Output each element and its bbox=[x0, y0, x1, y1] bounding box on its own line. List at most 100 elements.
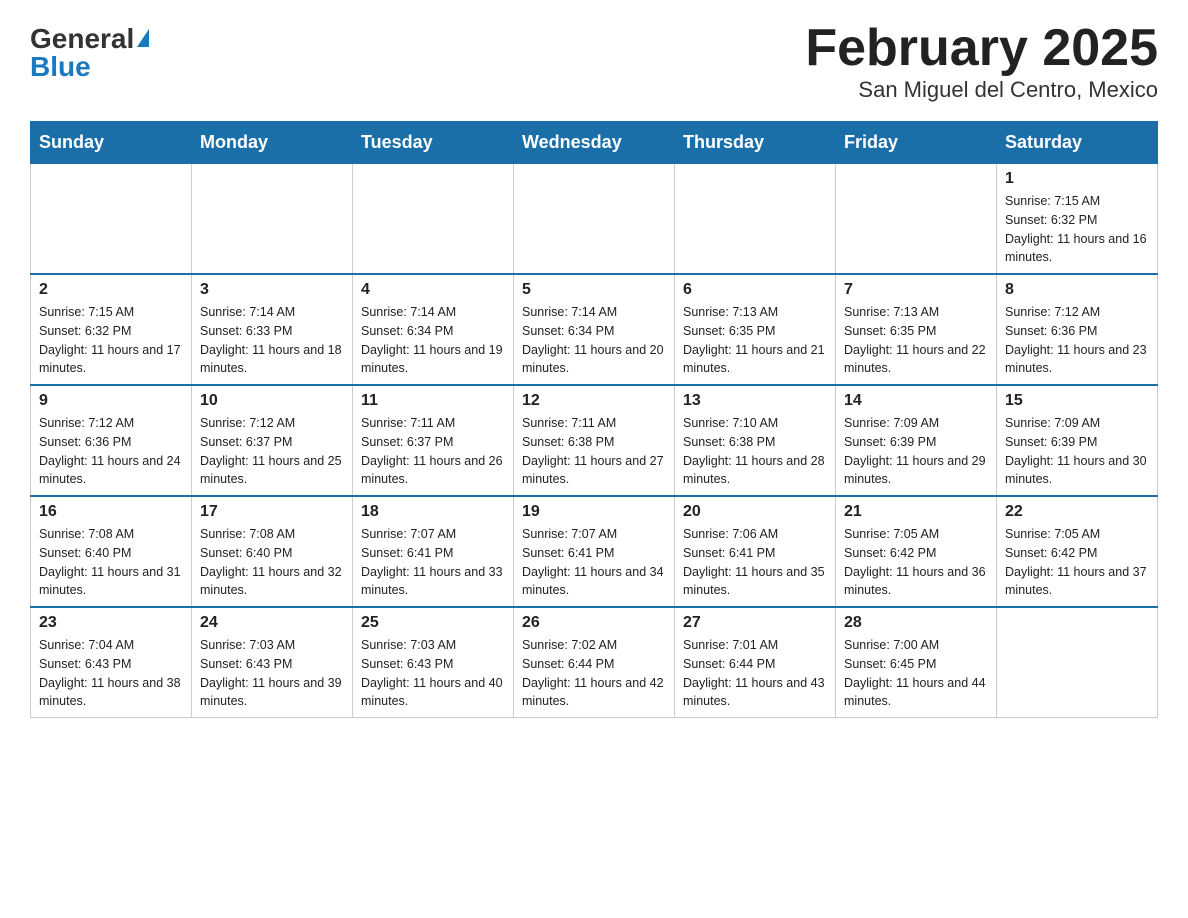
calendar-day-cell: 24 Sunrise: 7:03 AMSunset: 6:43 PMDayligh… bbox=[192, 607, 353, 718]
day-number: 28 bbox=[844, 614, 988, 632]
calendar-day-cell bbox=[836, 164, 997, 275]
day-info: Sunrise: 7:13 AMSunset: 6:35 PMDaylight:… bbox=[683, 303, 827, 378]
logo-general-text: General bbox=[30, 25, 134, 53]
calendar-day-cell: 8 Sunrise: 7:12 AMSunset: 6:36 PMDaylight… bbox=[997, 274, 1158, 385]
calendar-day-cell: 5 Sunrise: 7:14 AMSunset: 6:34 PMDaylight… bbox=[514, 274, 675, 385]
weekday-header-row: SundayMondayTuesdayWednesdayThursdayFrid… bbox=[31, 122, 1158, 164]
calendar-day-cell: 11 Sunrise: 7:11 AMSunset: 6:37 PMDayligh… bbox=[353, 385, 514, 496]
day-number: 18 bbox=[361, 503, 505, 521]
day-info: Sunrise: 7:14 AMSunset: 6:34 PMDaylight:… bbox=[522, 303, 666, 378]
weekday-header-tuesday: Tuesday bbox=[353, 122, 514, 164]
day-info: Sunrise: 7:07 AMSunset: 6:41 PMDaylight:… bbox=[522, 525, 666, 600]
day-info: Sunrise: 7:12 AMSunset: 6:36 PMDaylight:… bbox=[39, 414, 183, 489]
day-number: 13 bbox=[683, 392, 827, 410]
day-number: 25 bbox=[361, 614, 505, 632]
calendar-week-row: 9 Sunrise: 7:12 AMSunset: 6:36 PMDaylight… bbox=[31, 385, 1158, 496]
day-number: 7 bbox=[844, 281, 988, 299]
day-number: 27 bbox=[683, 614, 827, 632]
day-number: 22 bbox=[1005, 503, 1149, 521]
calendar-week-row: 1 Sunrise: 7:15 AMSunset: 6:32 PMDaylight… bbox=[31, 164, 1158, 275]
calendar-week-row: 16 Sunrise: 7:08 AMSunset: 6:40 PMDayligh… bbox=[31, 496, 1158, 607]
day-number: 16 bbox=[39, 503, 183, 521]
calendar-day-cell: 2 Sunrise: 7:15 AMSunset: 6:32 PMDaylight… bbox=[31, 274, 192, 385]
day-number: 1 bbox=[1005, 170, 1149, 188]
calendar-week-row: 23Sunrise: 7:04 AMSunset: 6:43 PMDayligh… bbox=[31, 607, 1158, 718]
calendar-day-cell: 10 Sunrise: 7:12 AMSunset: 6:37 PMDayligh… bbox=[192, 385, 353, 496]
day-info: Sunrise: 7:14 AMSunset: 6:34 PMDaylight:… bbox=[361, 303, 505, 378]
logo: General Blue bbox=[30, 20, 149, 81]
day-info: Sunrise: 7:11 AMSunset: 6:37 PMDaylight:… bbox=[361, 414, 505, 489]
calendar-day-cell: 6 Sunrise: 7:13 AMSunset: 6:35 PMDaylight… bbox=[675, 274, 836, 385]
day-number: 23 bbox=[39, 614, 183, 632]
calendar-day-cell: 23Sunrise: 7:04 AMSunset: 6:43 PMDayligh… bbox=[31, 607, 192, 718]
month-title: February 2025 bbox=[805, 20, 1158, 77]
day-number: 20 bbox=[683, 503, 827, 521]
day-number: 2 bbox=[39, 281, 183, 299]
day-number: 10 bbox=[200, 392, 344, 410]
calendar-day-cell bbox=[192, 164, 353, 275]
weekday-header-saturday: Saturday bbox=[997, 122, 1158, 164]
day-info: Sunrise: 7:12 AMSunset: 6:37 PMDaylight:… bbox=[200, 414, 344, 489]
calendar-day-cell: 26 Sunrise: 7:02 AMSunset: 6:44 PMDayligh… bbox=[514, 607, 675, 718]
calendar-day-cell: 22 Sunrise: 7:05 AMSunset: 6:42 PMDayligh… bbox=[997, 496, 1158, 607]
logo-blue-text: Blue bbox=[30, 53, 91, 81]
day-info: Sunrise: 7:13 AMSunset: 6:35 PMDaylight:… bbox=[844, 303, 988, 378]
calendar-day-cell: 19Sunrise: 7:07 AMSunset: 6:41 PMDayligh… bbox=[514, 496, 675, 607]
calendar-day-cell: 21 Sunrise: 7:05 AMSunset: 6:42 PMDayligh… bbox=[836, 496, 997, 607]
day-number: 9 bbox=[39, 392, 183, 410]
calendar-day-cell: 9 Sunrise: 7:12 AMSunset: 6:36 PMDaylight… bbox=[31, 385, 192, 496]
weekday-header-monday: Monday bbox=[192, 122, 353, 164]
calendar-day-cell: 7 Sunrise: 7:13 AMSunset: 6:35 PMDaylight… bbox=[836, 274, 997, 385]
calendar-day-cell: 14 Sunrise: 7:09 AMSunset: 6:39 PMDayligh… bbox=[836, 385, 997, 496]
day-info: Sunrise: 7:03 AMSunset: 6:43 PMDaylight:… bbox=[361, 636, 505, 711]
day-info: Sunrise: 7:10 AMSunset: 6:38 PMDaylight:… bbox=[683, 414, 827, 489]
day-info: Sunrise: 7:05 AMSunset: 6:42 PMDaylight:… bbox=[1005, 525, 1149, 600]
day-info: Sunrise: 7:11 AMSunset: 6:38 PMDaylight:… bbox=[522, 414, 666, 489]
location-title: San Miguel del Centro, Mexico bbox=[805, 77, 1158, 103]
calendar-day-cell: 12 Sunrise: 7:11 AMSunset: 6:38 PMDayligh… bbox=[514, 385, 675, 496]
calendar-day-cell: 15 Sunrise: 7:09 AMSunset: 6:39 PMDayligh… bbox=[997, 385, 1158, 496]
day-number: 17 bbox=[200, 503, 344, 521]
calendar-day-cell: 20 Sunrise: 7:06 AMSunset: 6:41 PMDayligh… bbox=[675, 496, 836, 607]
day-number: 8 bbox=[1005, 281, 1149, 299]
day-info: Sunrise: 7:01 AMSunset: 6:44 PMDaylight:… bbox=[683, 636, 827, 711]
day-info: Sunrise: 7:15 AMSunset: 6:32 PMDaylight:… bbox=[1005, 192, 1149, 267]
calendar-week-row: 2 Sunrise: 7:15 AMSunset: 6:32 PMDaylight… bbox=[31, 274, 1158, 385]
calendar-day-cell: 16 Sunrise: 7:08 AMSunset: 6:40 PMDayligh… bbox=[31, 496, 192, 607]
day-number: 21 bbox=[844, 503, 988, 521]
day-info: Sunrise: 7:15 AMSunset: 6:32 PMDaylight:… bbox=[39, 303, 183, 378]
day-number: 15 bbox=[1005, 392, 1149, 410]
day-number: 12 bbox=[522, 392, 666, 410]
calendar-day-cell bbox=[675, 164, 836, 275]
day-info: Sunrise: 7:09 AMSunset: 6:39 PMDaylight:… bbox=[844, 414, 988, 489]
day-number: 4 bbox=[361, 281, 505, 299]
day-number: 26 bbox=[522, 614, 666, 632]
title-block: February 2025 San Miguel del Centro, Mex… bbox=[805, 20, 1158, 103]
calendar-day-cell: 4 Sunrise: 7:14 AMSunset: 6:34 PMDaylight… bbox=[353, 274, 514, 385]
calendar-day-cell bbox=[514, 164, 675, 275]
day-info: Sunrise: 7:14 AMSunset: 6:33 PMDaylight:… bbox=[200, 303, 344, 378]
day-info: Sunrise: 7:09 AMSunset: 6:39 PMDaylight:… bbox=[1005, 414, 1149, 489]
day-info: Sunrise: 7:02 AMSunset: 6:44 PMDaylight:… bbox=[522, 636, 666, 711]
day-info: Sunrise: 7:12 AMSunset: 6:36 PMDaylight:… bbox=[1005, 303, 1149, 378]
weekday-header-thursday: Thursday bbox=[675, 122, 836, 164]
weekday-header-wednesday: Wednesday bbox=[514, 122, 675, 164]
day-number: 24 bbox=[200, 614, 344, 632]
calendar-day-cell: 17Sunrise: 7:08 AMSunset: 6:40 PMDayligh… bbox=[192, 496, 353, 607]
day-info: Sunrise: 7:07 AMSunset: 6:41 PMDaylight:… bbox=[361, 525, 505, 600]
calendar-day-cell: 1 Sunrise: 7:15 AMSunset: 6:32 PMDaylight… bbox=[997, 164, 1158, 275]
logo-triangle-icon bbox=[137, 29, 149, 47]
day-info: Sunrise: 7:00 AMSunset: 6:45 PMDaylight:… bbox=[844, 636, 988, 711]
calendar-day-cell bbox=[353, 164, 514, 275]
day-number: 6 bbox=[683, 281, 827, 299]
day-info: Sunrise: 7:06 AMSunset: 6:41 PMDaylight:… bbox=[683, 525, 827, 600]
page-header: General Blue February 2025 San Miguel de… bbox=[30, 20, 1158, 103]
day-info: Sunrise: 7:08 AMSunset: 6:40 PMDaylight:… bbox=[39, 525, 183, 600]
calendar-day-cell bbox=[997, 607, 1158, 718]
day-number: 11 bbox=[361, 392, 505, 410]
day-info: Sunrise: 7:03 AMSunset: 6:43 PMDaylight:… bbox=[200, 636, 344, 711]
calendar-table: SundayMondayTuesdayWednesdayThursdayFrid… bbox=[30, 121, 1158, 718]
day-number: 5 bbox=[522, 281, 666, 299]
day-number: 14 bbox=[844, 392, 988, 410]
day-info: Sunrise: 7:05 AMSunset: 6:42 PMDaylight:… bbox=[844, 525, 988, 600]
